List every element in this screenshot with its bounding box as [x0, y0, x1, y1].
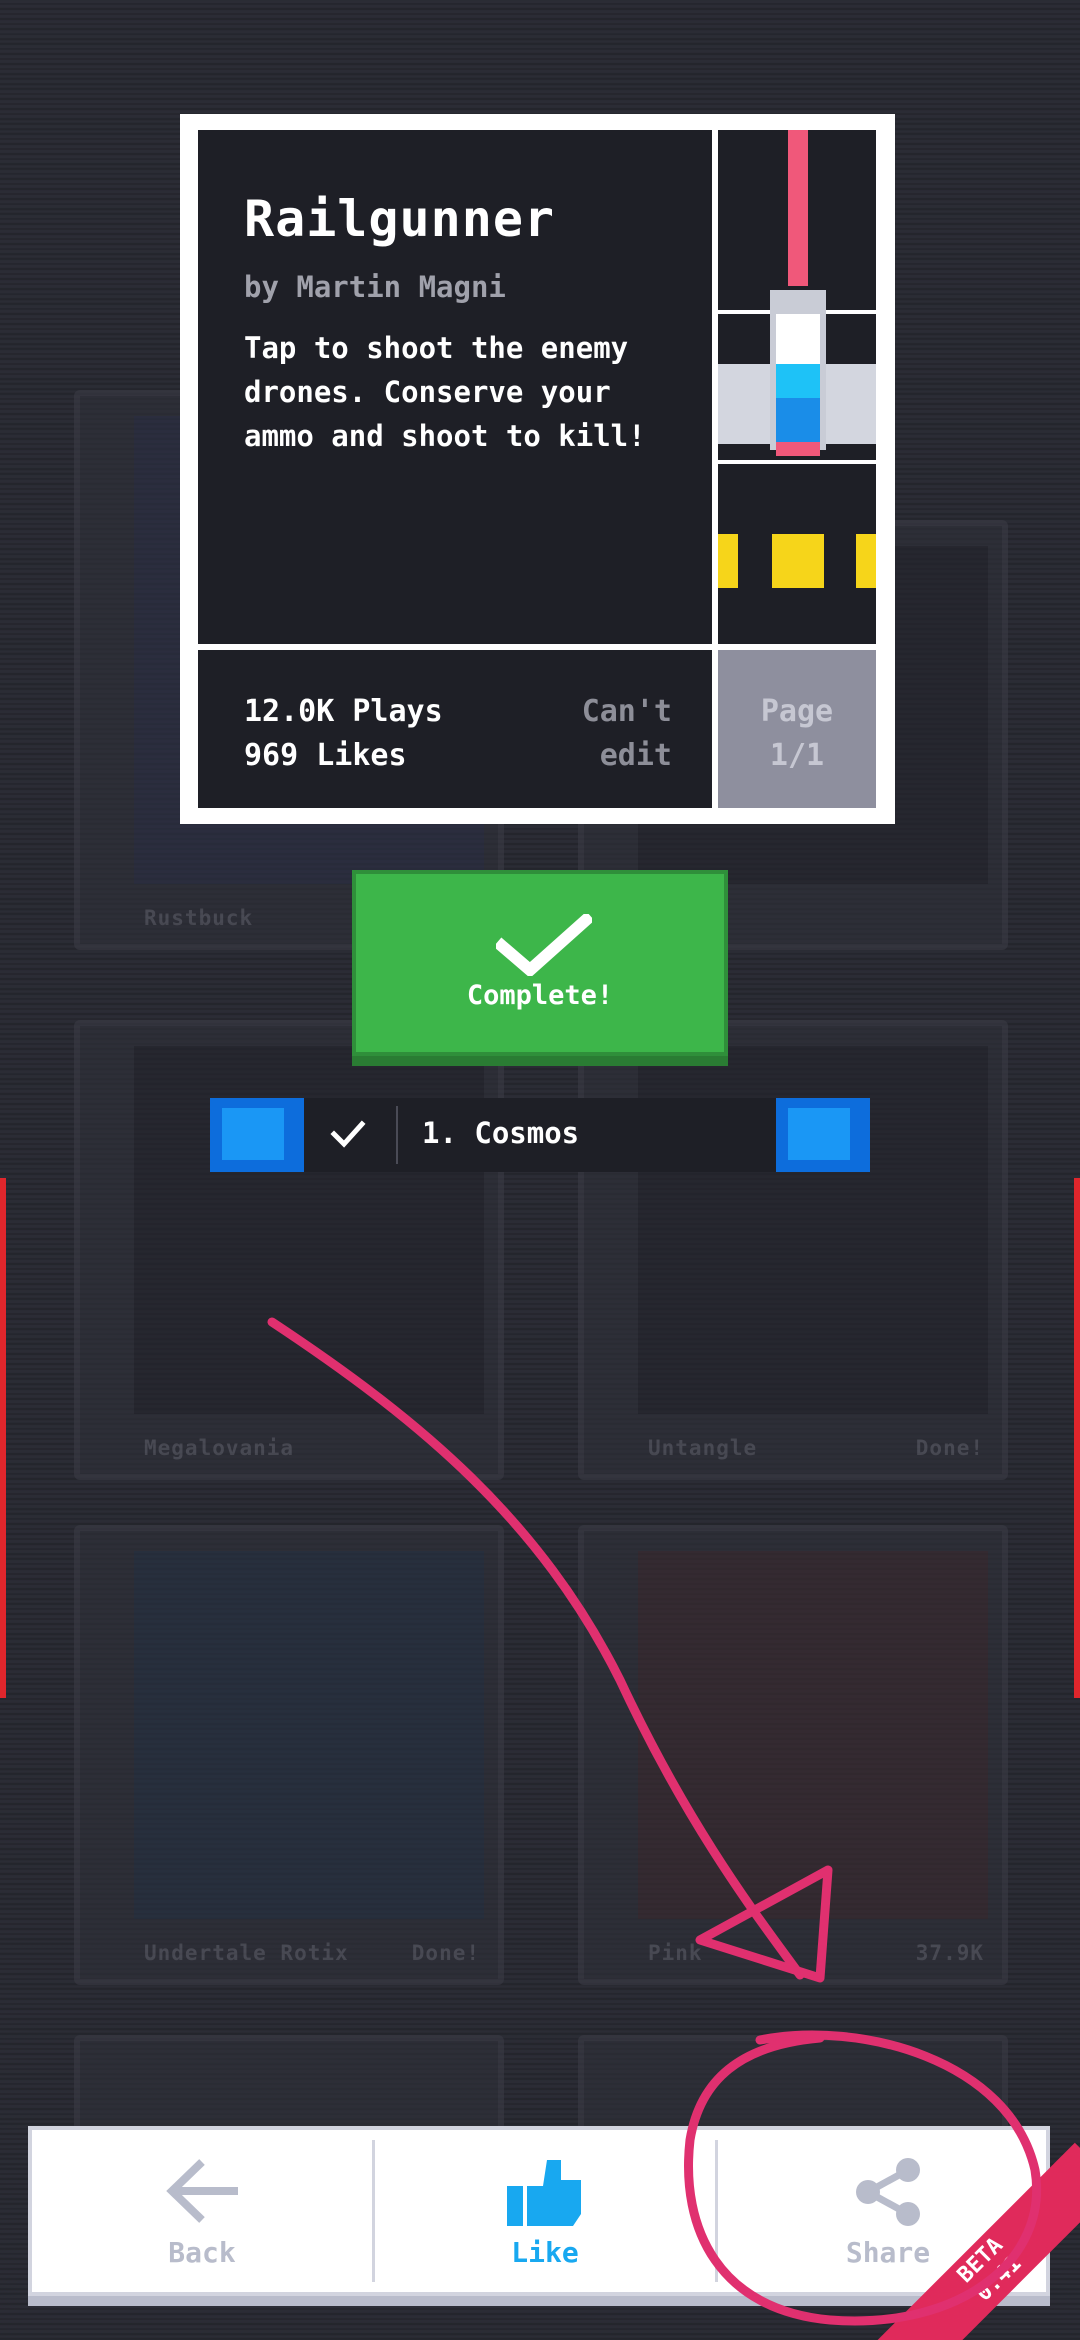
complete-label: Complete! [466, 980, 614, 1011]
likes-count: 969 Likes [244, 738, 407, 773]
share-icon [856, 2158, 920, 2226]
page-indicator-button[interactable]: Page 1/1 [718, 650, 876, 808]
bg-card-art [134, 1551, 484, 1919]
level-name[interactable]: 1. Cosmos [422, 1116, 579, 1150]
level-divider [396, 1106, 398, 1164]
side-indicator-left [0, 1178, 6, 1698]
bg-card-meta: Done! [411, 1941, 480, 1965]
arrow-left-icon [166, 2159, 238, 2223]
game-stats-panel: 12.0K Plays 969 Likes Can't edit [198, 650, 712, 808]
like-label: Like [511, 2236, 579, 2269]
page-indicator: Page 1/1 [718, 690, 876, 778]
back-button[interactable]: Back [32, 2130, 372, 2292]
bottom-action-bar: Back Like Share [28, 2126, 1050, 2296]
thumbs-up-icon [507, 2160, 581, 2226]
bg-card-caption: Untangle [648, 1436, 758, 1460]
bg-card-pink[interactable]: Pink 37.9K [578, 1525, 1008, 1985]
bg-card-caption: Megalovania [144, 1436, 295, 1460]
game-stats: 12.0K Plays 969 Likes [244, 690, 443, 778]
level-next-button[interactable] [776, 1098, 870, 1172]
bg-card-art [638, 1551, 988, 1919]
plays-count: 12.0K Plays [244, 694, 443, 729]
game-author: by Martin Magni [244, 270, 506, 304]
page-label: Page [760, 694, 834, 729]
level-selector: 1. Cosmos [210, 1098, 870, 1172]
bg-card-undertale-rotix[interactable]: Undertale Rotix Done! [74, 1525, 504, 1985]
bg-card-untangle[interactable]: Untangle Done! [578, 1020, 1008, 1480]
edit-status-line1: Can't [581, 694, 672, 729]
complete-button[interactable]: Complete! [352, 870, 728, 1056]
bg-card-megalovania[interactable]: Megalovania [74, 1020, 504, 1480]
game-info-panel: Railgunner by Martin Magni Tap to shoot … [198, 130, 712, 644]
game-preview-thumbnail [718, 130, 876, 644]
game-title: Railgunner [244, 190, 556, 248]
level-next-icon [788, 1108, 850, 1160]
level-complete-check-icon [330, 1120, 366, 1148]
level-prev-button[interactable] [210, 1098, 304, 1172]
page-number: 1/1 [769, 738, 825, 773]
game-info-dialog: Railgunner by Martin Magni Tap to shoot … [180, 114, 895, 824]
edit-status: Can't edit [582, 690, 672, 778]
bg-card-caption: Pink [648, 1941, 703, 1965]
back-label: Back [168, 2236, 236, 2269]
like-button[interactable]: Like [375, 2130, 715, 2292]
edit-status-line2: edit [599, 738, 672, 773]
bg-card-caption: Undertale Rotix [144, 1941, 349, 1965]
bg-card-caption: Rustbuck [144, 906, 254, 930]
bg-card-meta: 37.9K [915, 1941, 984, 1965]
bg-card-meta: Done! [915, 1436, 984, 1460]
game-description: Tap to shoot the enemy drones. Conserve … [244, 331, 646, 453]
preview-art [718, 130, 876, 644]
checkmark-icon [496, 914, 592, 976]
side-indicator-right [1074, 1178, 1080, 1698]
level-prev-icon [222, 1108, 284, 1160]
